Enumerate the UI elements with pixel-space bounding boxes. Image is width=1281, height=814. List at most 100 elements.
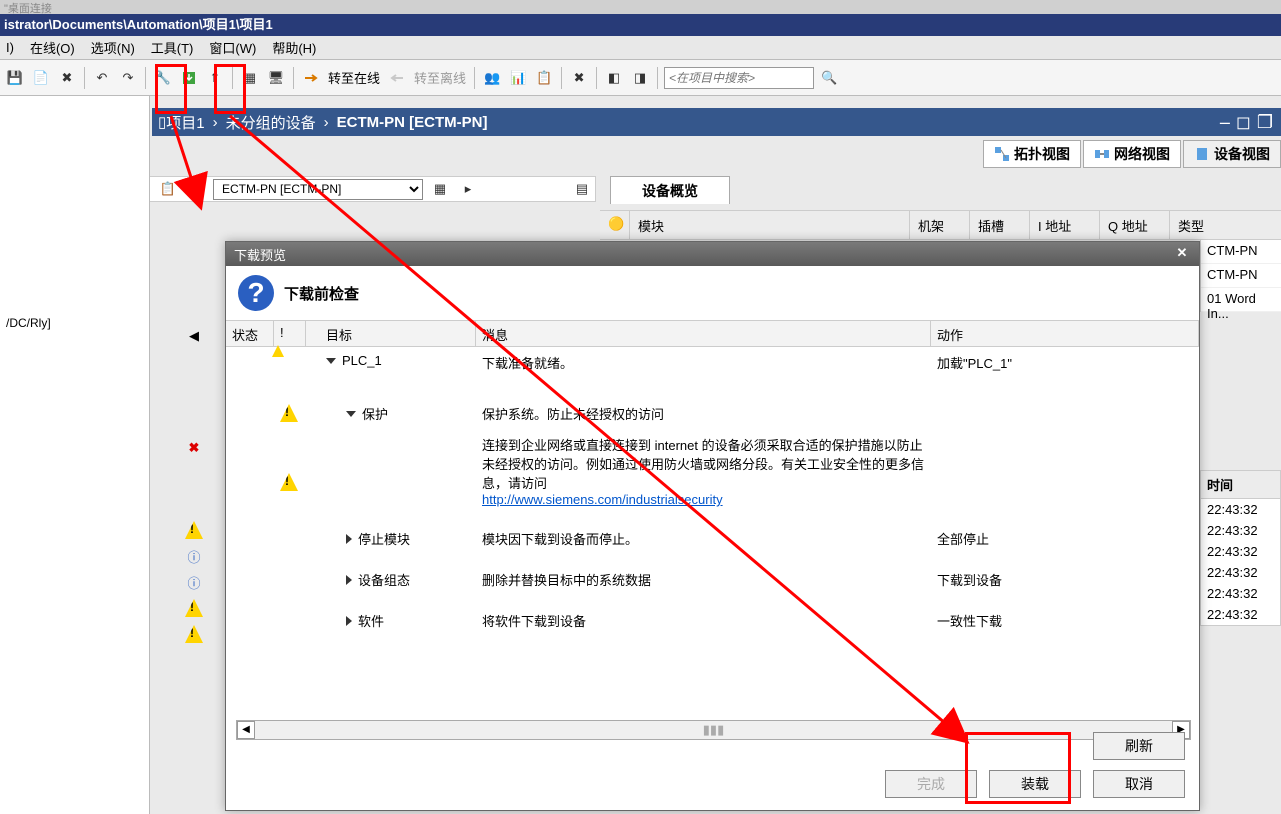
dialog-close-icon[interactable]: ✕ xyxy=(1173,245,1191,263)
tool-go-online-icon[interactable] xyxy=(300,67,322,89)
toolbar-separator xyxy=(474,67,475,89)
menu-tools[interactable]: 工具(T) xyxy=(151,38,194,57)
list-icon[interactable]: 📋 xyxy=(157,178,179,200)
tool-upload-icon[interactable]: ⬆ xyxy=(204,67,226,89)
tool-x-icon[interactable]: ✖ xyxy=(568,67,590,89)
warning-icon xyxy=(280,473,298,491)
dialog-row[interactable]: 保护 保护系统。防止未经授权的访问 xyxy=(226,398,1199,429)
expand-icon[interactable] xyxy=(346,575,352,585)
warn-badge-icon xyxy=(184,598,204,618)
refresh-button[interactable]: 刷新 xyxy=(1093,732,1185,760)
go-online-label[interactable]: 转至在线 xyxy=(326,68,382,87)
dialog-titlebar[interactable]: 下载预览 ✕ xyxy=(226,242,1199,266)
search-go-icon[interactable]: 🔍 xyxy=(818,67,840,89)
menu-extra[interactable]: I) xyxy=(6,40,14,55)
device-overview-tab[interactable]: 设备概览 xyxy=(610,176,730,204)
window-min-icon[interactable]: – xyxy=(1220,112,1230,133)
go-offline-label: 转至离线 xyxy=(412,68,468,87)
toolbar-separator xyxy=(293,67,294,89)
error-badge-icon: ✖ xyxy=(184,438,204,458)
tool-watch-icon[interactable]: 📋 xyxy=(533,67,555,89)
tool-sim-icon[interactable]: ▦ xyxy=(239,67,261,89)
security-link[interactable]: http://www.siemens.com/industrialsecurit… xyxy=(482,492,723,507)
dialog-buttons: 完成 装载 刷新 取消 xyxy=(885,732,1185,798)
col-qaddr: Q 地址 xyxy=(1100,211,1170,239)
dialog-grid: 状态 ! 目标 消息 动作 PLC_1 下载准备就绪。 加载"PLC_1" 保护… xyxy=(226,320,1199,636)
view-tabs: 拓扑视图 网络视图 设备视图 xyxy=(983,140,1281,168)
device-table-header: 🟡 模块 机架 插槽 I 地址 Q 地址 类型 xyxy=(600,210,1281,240)
tool-diag-icon[interactable]: 👥 xyxy=(481,67,503,89)
tool-undo-icon[interactable]: ↶ xyxy=(91,67,113,89)
finish-button: 完成 xyxy=(885,770,977,798)
tab-device[interactable]: 设备视图 xyxy=(1183,140,1281,168)
dialog-row[interactable]: 设备组态 删除并替换目标中的系统数据 下载到设备 xyxy=(226,564,1199,595)
tool-compile-icon[interactable]: 🔧 xyxy=(152,67,174,89)
tool-go-offline-icon[interactable] xyxy=(386,67,408,89)
col-exclaim: ! xyxy=(274,321,306,346)
expand-icon[interactable] xyxy=(346,411,356,417)
time-row: 22:43:32 xyxy=(1201,541,1280,562)
device-table-rows: CTM-PN CTM-PN 01 Word In... xyxy=(1200,240,1281,312)
breadcrumb-device[interactable]: ECTM-PN [ECTM-PN] xyxy=(337,114,488,131)
project-search-input[interactable] xyxy=(664,67,814,89)
device-select[interactable]: ECTM-PN [ECTM-PN] xyxy=(213,179,423,200)
question-icon: ? xyxy=(238,275,274,311)
expand-icon[interactable] xyxy=(346,534,352,544)
tool-monitor-icon[interactable]: 🖥 xyxy=(265,67,287,89)
window-top-strip: "桌面连接 xyxy=(0,0,1281,14)
breadcrumb-bar: ▯ 项目1 › 未分组的设备 › ECTM-PN [ECTM-PN] – ◻ ❐ xyxy=(152,108,1281,136)
device-subtoolbar: ▦ 📋 ➕ ECTM-PN [ECTM-PN] ▦ ▸ ▤ xyxy=(126,176,596,202)
tool-split1-icon[interactable]: ◧ xyxy=(603,67,625,89)
dialog-row[interactable]: PLC_1 下载准备就绪。 加载"PLC_1" xyxy=(226,347,1199,378)
time-row: 22:43:32 xyxy=(1201,562,1280,583)
msg-text: 删除并替换目标中的系统数据 xyxy=(476,568,931,591)
window-restore-icon[interactable]: ❐ xyxy=(1257,112,1273,133)
table-row[interactable]: 01 Word In... xyxy=(1201,288,1281,312)
breadcrumb-project[interactable]: 项目1 xyxy=(166,112,204,133)
time-row: 22:43:32 xyxy=(1201,520,1280,541)
tab-network[interactable]: 网络视图 xyxy=(1083,140,1181,168)
msg-text: 将软件下载到设备 xyxy=(476,609,931,632)
action-text[interactable]: 全部停止 xyxy=(931,527,1199,550)
table-row[interactable]: CTM-PN xyxy=(1201,240,1281,264)
breadcrumb-group[interactable]: 未分组的设备 xyxy=(226,112,316,133)
col-action: 动作 xyxy=(931,321,1199,346)
tool-download-icon[interactable] xyxy=(178,67,200,89)
target-label: 软件 xyxy=(358,611,384,630)
tool-delete-icon[interactable]: ✖ xyxy=(56,67,78,89)
fwd-icon[interactable]: ▸ xyxy=(457,178,479,200)
tool-save-icon[interactable]: 💾 xyxy=(4,67,26,89)
toolbar-separator xyxy=(232,67,233,89)
prop-icon[interactable]: ▦ xyxy=(429,178,451,200)
msg-text: 连接到企业网络或直接连接到 internet 的设备必须采取合适的保护措施以防止… xyxy=(476,433,931,509)
action-text[interactable]: 下载到设备 xyxy=(931,568,1199,591)
scroll-left-icon[interactable]: ◀ xyxy=(237,721,255,739)
action-text[interactable]: 加载"PLC_1" xyxy=(931,351,1199,374)
expand-icon[interactable] xyxy=(346,616,352,626)
add-icon[interactable]: ➕ xyxy=(185,178,207,200)
menu-online[interactable]: 在线(O) xyxy=(30,38,75,57)
tree-item[interactable]: /DC/Rly] xyxy=(0,312,149,334)
tool-trace-icon[interactable]: 📊 xyxy=(507,67,529,89)
tool-split2-icon[interactable]: ◨ xyxy=(629,67,651,89)
col-message: 消息 xyxy=(476,321,931,346)
expand-icon[interactable] xyxy=(326,358,336,364)
cancel-button[interactable]: 取消 xyxy=(1093,770,1185,798)
dialog-row[interactable]: 软件 将软件下载到设备 一致性下载 xyxy=(226,605,1199,636)
menu-options[interactable]: 选项(N) xyxy=(91,38,135,57)
menu-window[interactable]: 窗口(W) xyxy=(209,38,256,57)
load-button[interactable]: 装载 xyxy=(989,770,1081,798)
target-label: PLC_1 xyxy=(342,353,382,368)
col-icon[interactable]: ▤ xyxy=(571,178,593,200)
dialog-row: 连接到企业网络或直接连接到 internet 的设备必须采取合适的保护措施以防止… xyxy=(226,429,1199,513)
dialog-row[interactable]: 停止模块 模块因下载到设备而停止。 全部停止 xyxy=(226,523,1199,554)
scroll-left-icon[interactable]: ◀ xyxy=(184,326,204,346)
tool-redo-icon[interactable]: ↷ xyxy=(117,67,139,89)
tab-topology[interactable]: 拓扑视图 xyxy=(983,140,1081,168)
action-text[interactable]: 一致性下载 xyxy=(931,609,1199,632)
tool-copy-icon[interactable]: 📄 xyxy=(30,67,52,89)
info-badge-icon: ⓘ xyxy=(184,572,204,592)
menu-help[interactable]: 帮助(H) xyxy=(272,38,316,57)
window-max-icon[interactable]: ◻ xyxy=(1236,112,1251,133)
table-row[interactable]: CTM-PN xyxy=(1201,264,1281,288)
